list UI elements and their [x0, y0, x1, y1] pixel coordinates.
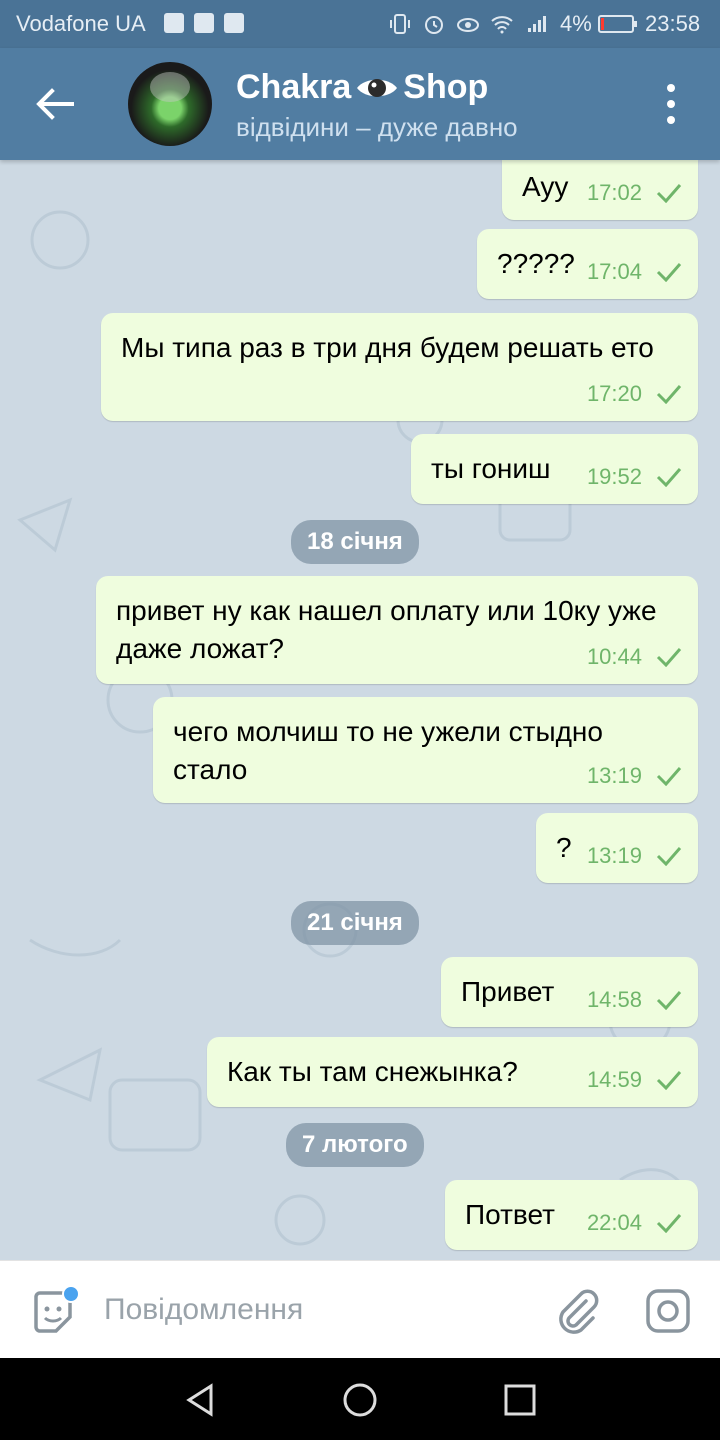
message-input[interactable]: Повідомлення	[104, 1293, 303, 1327]
mail-icon	[164, 13, 184, 33]
check-icon	[656, 767, 682, 786]
date-separator: 18 січня	[291, 520, 419, 564]
sim-alert-icon	[194, 13, 214, 33]
message-bubble-outgoing[interactable]: ????? 17:04	[477, 229, 698, 299]
message-bubble-outgoing[interactable]: Привет 14:58	[441, 957, 698, 1027]
message-bubble-outgoing[interactable]: Мы типа раз в три дня будем решать ето 1…	[101, 313, 698, 421]
chat-title-right: Shop	[403, 68, 489, 106]
message-bubble-outgoing[interactable]: чего молчиш то не ужели стыдно стало 13:…	[153, 697, 698, 803]
clock: 23:58	[645, 11, 701, 36]
check-icon	[656, 184, 682, 203]
check-icon	[656, 468, 682, 487]
message-time: 17:04	[586, 259, 642, 284]
check-icon	[656, 1071, 682, 1090]
square-recent-icon[interactable]	[500, 1380, 540, 1420]
unread-sticker-dot	[62, 1285, 80, 1303]
message-meta: 22:04	[587, 1204, 682, 1242]
system-icons	[388, 12, 548, 36]
message-meta: 13:19	[587, 837, 682, 875]
message-composer: Повідомлення	[0, 1260, 720, 1358]
check-icon	[656, 385, 682, 404]
message-meta: 14:59	[587, 1061, 682, 1099]
facebook-icon	[224, 13, 244, 33]
message-time: 14:58	[586, 987, 642, 1012]
battery-level	[601, 18, 604, 30]
battery-percent: 4%	[560, 11, 592, 36]
check-icon	[656, 847, 682, 866]
message-meta: 17:02	[587, 174, 682, 212]
message-meta: 19:52	[587, 458, 682, 496]
wifi-icon	[491, 16, 513, 34]
message-bubble-outgoing[interactable]: Ауу 17:02	[502, 160, 698, 220]
message-meta: 10:44	[587, 638, 682, 676]
circle-home-icon[interactable]	[340, 1380, 380, 1420]
message-text: Мы типа раз в три дня будем решать ето	[121, 332, 654, 363]
carrier-name: Vodafone UA	[16, 11, 146, 36]
chat-header: Chakra Shop відвідини – дуже давно	[0, 48, 720, 160]
chat-title[interactable]: Chakra Shop	[236, 68, 488, 107]
instagram-camera-icon[interactable]	[644, 1287, 692, 1335]
paperclip-icon[interactable]	[554, 1287, 600, 1335]
message-bubble-outgoing[interactable]: ? 13:19	[536, 813, 698, 883]
message-meta: 14:58	[587, 981, 682, 1019]
date-separator: 7 лютого	[286, 1123, 424, 1167]
message-meta: 17:20	[587, 375, 682, 413]
check-icon	[656, 263, 682, 282]
alarm-icon	[425, 16, 443, 34]
message-bubble-outgoing[interactable]: привет ну как нашел оплату или 10ку уже …	[96, 576, 698, 684]
system-nav-bar	[0, 1358, 720, 1440]
message-time: 13:19	[586, 843, 642, 868]
arrow-back-icon[interactable]	[30, 82, 80, 126]
message-time: 17:02	[586, 180, 642, 205]
message-time: 10:44	[586, 644, 642, 669]
message-time: 19:52	[586, 464, 642, 489]
more-vert-icon[interactable]	[656, 84, 686, 124]
eye-comfort-icon	[457, 18, 479, 32]
date-separator: 21 січня	[291, 901, 419, 945]
message-meta: 17:04	[587, 253, 682, 291]
check-icon	[656, 991, 682, 1010]
chat-title-left: Chakra	[236, 68, 352, 106]
battery-icon	[598, 15, 637, 33]
message-list[interactable]: Ауу 17:02 ????? 17:04 Мы типа раз в три …	[0, 160, 720, 1260]
message-bubble-outgoing[interactable]: Как ты там снежынка? 14:59	[207, 1037, 698, 1107]
eye-emoji-icon	[357, 78, 398, 97]
last-seen-status: відвідини – дуже давно	[236, 112, 518, 142]
triangle-back-icon[interactable]	[181, 1380, 221, 1420]
message-bubble-outgoing[interactable]: ты гониш 19:52	[411, 434, 698, 504]
message-bubble-outgoing[interactable]: Пответ 22:04	[445, 1180, 698, 1250]
check-icon	[656, 1214, 682, 1233]
message-time: 14:59	[586, 1067, 642, 1092]
avatar[interactable]	[128, 62, 212, 146]
vibrate-icon	[390, 14, 410, 34]
message-time: 22:04	[586, 1210, 642, 1235]
message-meta: 13:19	[587, 757, 682, 795]
notification-icons	[164, 13, 244, 33]
status-bar: Vodafone UA 4% 23:58	[0, 0, 720, 48]
message-time: 13:19	[586, 763, 642, 788]
message-time: 17:20	[586, 381, 642, 406]
check-icon	[656, 648, 682, 667]
signal-icon	[528, 16, 546, 32]
